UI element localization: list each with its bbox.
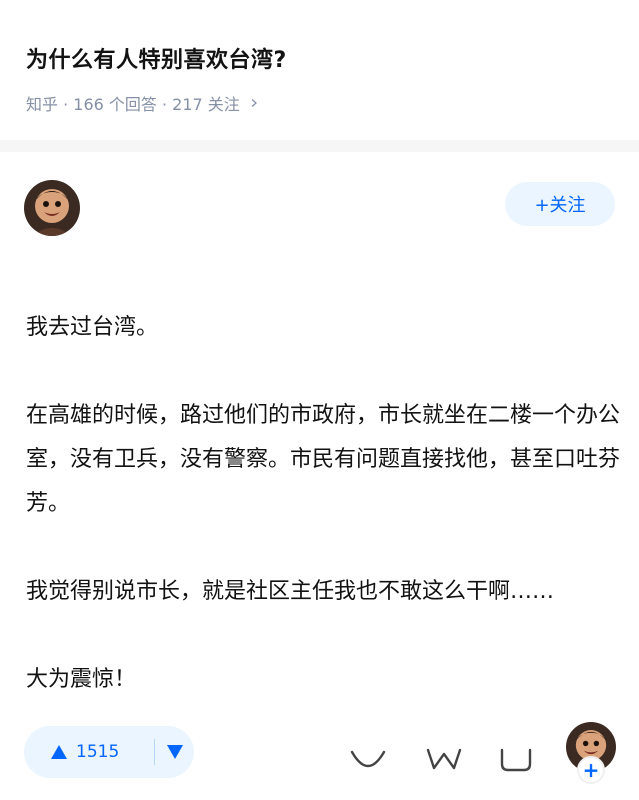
collect-icon[interactable]: [348, 740, 388, 774]
answer-content: 我去过台湾。 在高雄的时候，路过他们的市政府，市长就坐在二楼一个办公室，没有卫兵…: [26, 306, 626, 746]
answer-paragraph: 我去过台湾。: [26, 315, 159, 340]
author-avatar[interactable]: [24, 180, 80, 236]
question-header: 为什么有人特别喜欢台湾? 知乎 · 166 个回答 · 217 关注: [0, 0, 639, 140]
answer-paragraph: 大为震惊！: [26, 667, 137, 692]
section-divider: [0, 140, 639, 152]
downvote-button[interactable]: [155, 726, 194, 778]
answer-paragraph: 在高雄的时候，路过他们的市政府，市长就坐在二楼一个办公室，没有卫兵，没有警察。市…: [26, 403, 621, 516]
author-row: +关注: [0, 172, 639, 242]
upvote-count: 1515: [76, 742, 120, 762]
action-bar: 1515 +: [0, 720, 639, 800]
comment-icon[interactable]: [496, 740, 536, 774]
like-icon[interactable]: [424, 740, 464, 774]
question-meta-text: 知乎 · 166 个回答 · 217 关注: [26, 95, 240, 114]
upvote-button[interactable]: 1515: [24, 726, 154, 778]
cartoon-avatar-icon: [24, 180, 80, 236]
chevron-right-icon: [251, 99, 257, 107]
upvote-icon: [51, 745, 67, 759]
follow-button[interactable]: +关注: [505, 182, 615, 226]
question-meta[interactable]: 知乎 · 166 个回答 · 217 关注: [26, 91, 258, 115]
vote-control: 1515: [24, 726, 194, 778]
downvote-icon: [166, 745, 183, 759]
question-title[interactable]: 为什么有人特别喜欢台湾?: [26, 42, 287, 74]
answer-paragraph: 我觉得别说市长，就是社区主任我也不敢这么干啊……: [26, 579, 555, 604]
follow-badge[interactable]: +: [577, 756, 605, 784]
